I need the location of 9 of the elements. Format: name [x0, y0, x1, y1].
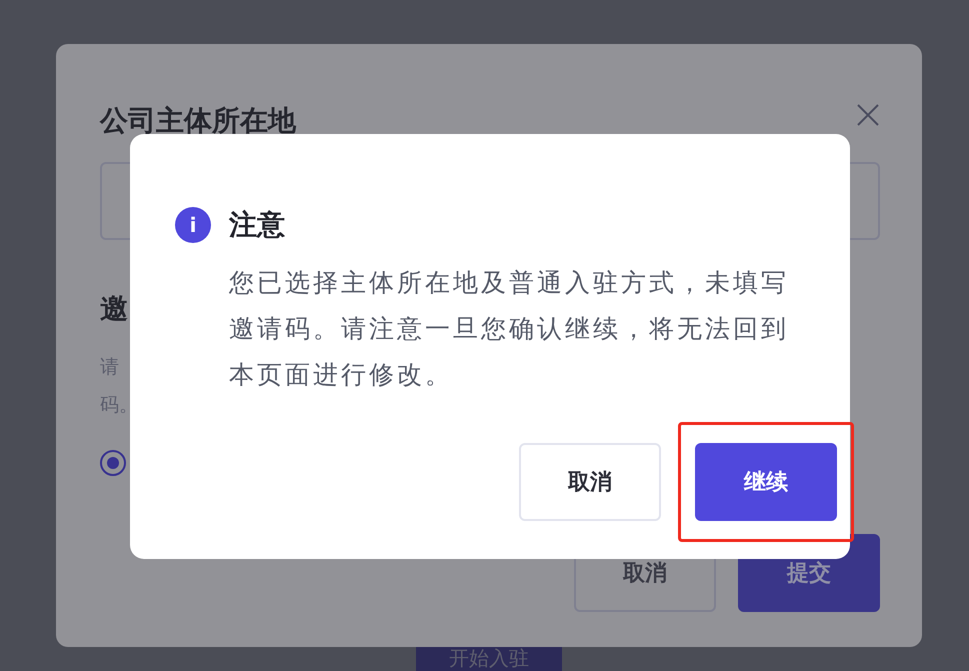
- close-icon[interactable]: [856, 103, 880, 127]
- alert-title: 注意: [229, 207, 285, 243]
- radio-button[interactable]: [100, 450, 126, 476]
- alert-message: 您已选择主体所在地及普通入驻方式，未填写邀请码。请注意一旦您确认继续，将无法回到本页面进行修改。: [229, 267, 790, 391]
- section-heading: 邀: [100, 291, 128, 327]
- continue-button[interactable]: 继续: [695, 443, 837, 521]
- dialog-title: 公司主体所在地: [100, 103, 296, 139]
- info-icon: i: [175, 207, 211, 243]
- cancel-button[interactable]: 取消: [519, 443, 661, 521]
